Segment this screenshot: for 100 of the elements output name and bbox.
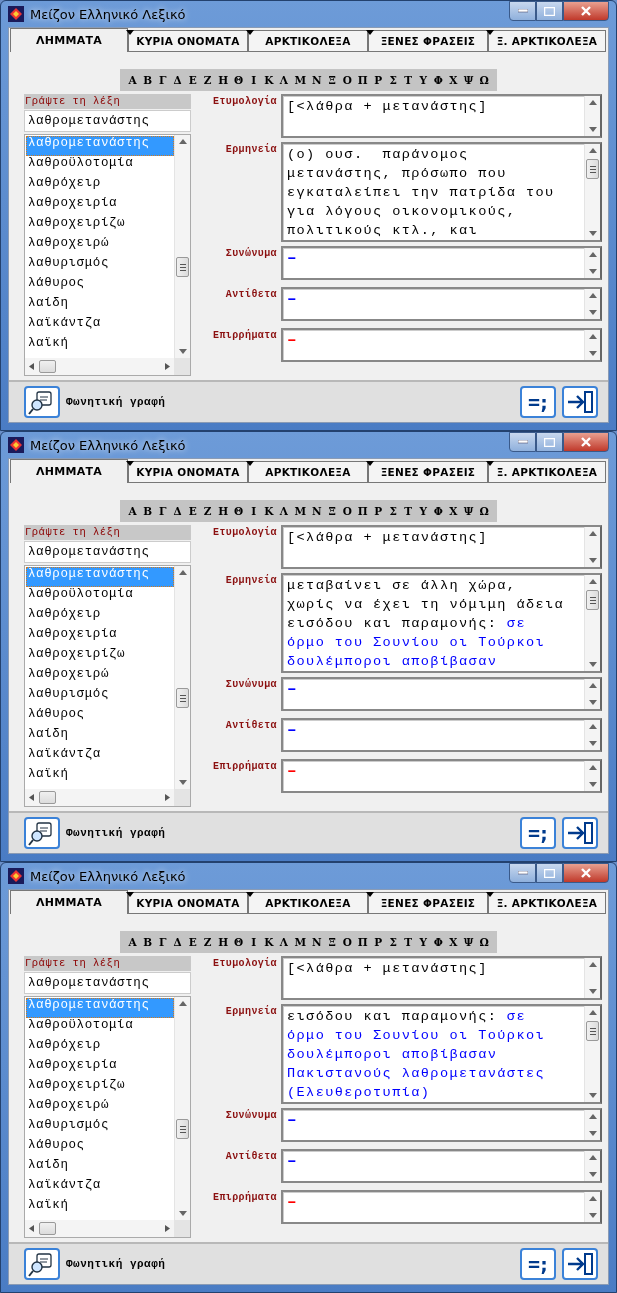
search-field[interactable]: λαθρομετανάστης xyxy=(24,972,191,994)
list-item[interactable]: λαθρόχειρ xyxy=(26,176,174,196)
scroll-up-icon[interactable] xyxy=(587,723,598,730)
scroll-down-icon[interactable] xyxy=(587,268,598,275)
close-button[interactable] xyxy=(563,1,609,21)
scroll-up-icon[interactable] xyxy=(177,138,188,145)
scroll-up-icon[interactable] xyxy=(587,764,598,771)
letter-button[interactable]: Ε xyxy=(185,74,201,86)
scroll-up-icon[interactable] xyxy=(587,251,598,258)
list-item[interactable]: λαθροχειρία xyxy=(26,196,174,216)
scroll-thumb[interactable] xyxy=(176,1119,189,1139)
letter-button[interactable]: Υ xyxy=(415,505,431,517)
list-item[interactable]: λαθροϋλοτομία xyxy=(26,587,174,607)
letter-button[interactable]: Α xyxy=(125,74,141,86)
scroll-up-icon[interactable] xyxy=(587,1195,598,1202)
letter-button[interactable]: Θ xyxy=(231,74,247,86)
letter-button[interactable]: Κ xyxy=(261,74,277,86)
letter-button[interactable]: Ε xyxy=(185,505,201,517)
text-area[interactable]: – xyxy=(281,677,602,711)
letter-button[interactable]: Θ xyxy=(231,936,247,948)
list-item[interactable]: λάθυρος xyxy=(26,276,174,296)
letter-button[interactable]: Κ xyxy=(261,936,277,948)
text-area[interactable]: [<λάθρα + μετανάστης] xyxy=(281,525,602,569)
list-item[interactable]: λαϊκή xyxy=(26,336,174,356)
scroll-down-icon[interactable] xyxy=(587,350,598,357)
letter-button[interactable]: Π xyxy=(354,936,371,948)
list-item[interactable]: λαθροϋλοτομία xyxy=(26,1018,174,1038)
scroll-left-icon[interactable] xyxy=(28,362,35,371)
text-area[interactable]: – xyxy=(281,1149,602,1183)
letter-button[interactable]: Θ xyxy=(231,505,247,517)
letter-button[interactable]: Ψ xyxy=(460,505,477,517)
scroll-down-icon[interactable] xyxy=(587,126,598,133)
tab[interactable]: ΞΕΝΕΣ ΦΡΑΣΕΙΣ xyxy=(368,892,488,914)
scroll-down-icon[interactable] xyxy=(587,309,598,316)
close-button[interactable] xyxy=(563,863,609,883)
text-area[interactable]: – xyxy=(281,1190,602,1224)
letter-button[interactable]: Δ xyxy=(170,505,186,517)
letter-button[interactable]: Ν xyxy=(309,505,325,517)
text-area[interactable]: (ο) ουσ. παράνομος μετανάστης, πρόσωπο που εγκαταλείπει την πατρίδα του για λόγους οικονομικούς, πολιτικούς κτλ., και xyxy=(281,142,602,242)
letter-button[interactable]: Ζ xyxy=(200,505,216,517)
maximize-button[interactable] xyxy=(536,1,563,21)
letter-button[interactable]: Φ xyxy=(430,505,446,517)
format-button[interactable]: =; xyxy=(520,1248,556,1280)
maximize-button[interactable] xyxy=(536,863,563,883)
scroll-down-icon[interactable] xyxy=(587,781,598,788)
letter-button[interactable]: Η xyxy=(215,505,232,517)
letter-button[interactable]: Τ xyxy=(400,505,416,517)
letter-button[interactable]: Ε xyxy=(185,936,201,948)
tab[interactable]: ΛΗΜΜΑΤΑ xyxy=(10,28,128,52)
list-item[interactable]: λάθυρος xyxy=(26,707,174,727)
format-button[interactable]: =; xyxy=(520,386,556,418)
tab[interactable]: Ξ. ΑΡΚΤΙΚΟΛΕΞΑ xyxy=(488,892,606,914)
letter-button[interactable]: Μ xyxy=(291,74,309,86)
scroll-right-icon[interactable] xyxy=(164,362,171,371)
letter-button[interactable]: Σ xyxy=(385,74,401,86)
letter-button[interactable]: Ζ xyxy=(200,74,216,86)
scroll-up-icon[interactable] xyxy=(587,530,598,537)
list-item[interactable]: λαϊκάντζα xyxy=(26,316,174,336)
scroll-up-icon[interactable] xyxy=(587,292,598,299)
letter-button[interactable]: Τ xyxy=(400,74,416,86)
scroll-up-icon[interactable] xyxy=(587,1154,598,1161)
letter-button[interactable]: Λ xyxy=(276,74,292,86)
letter-button[interactable]: Β xyxy=(140,505,156,517)
scroll-up-icon[interactable] xyxy=(587,578,598,585)
text-area[interactable]: εισόδου και παραμονής: σε όρμο του Σουνίου οι Τούρκοι δουλέμποροι αποβίβασαν Πακιστανούς λαθρομετανάστες (Ελευθεροτυπία) xyxy=(281,1004,602,1104)
scroll-up-icon[interactable] xyxy=(587,147,598,154)
scroll-right-icon[interactable] xyxy=(164,1224,171,1233)
letter-button[interactable]: Ο xyxy=(339,936,355,948)
scroll-down-icon[interactable] xyxy=(587,661,598,668)
scroll-left-icon[interactable] xyxy=(28,793,35,802)
scroll-up-icon[interactable] xyxy=(177,569,188,576)
scroll-down-icon[interactable] xyxy=(587,1130,598,1137)
text-area[interactable]: μεταβαίνει σε άλλη χώρα, χωρίς να έχει τη νόμιμη άδεια εισόδου και παραμονής: σε όρμο του Σουνίου οι Τούρκοι δουλέμποροι αποβίβασαν xyxy=(281,573,602,673)
letter-button[interactable]: Ι xyxy=(246,505,262,517)
letter-button[interactable]: Γ xyxy=(155,74,171,86)
letter-button[interactable]: Λ xyxy=(276,936,292,948)
letter-button[interactable]: Α xyxy=(125,936,141,948)
scroll-down-icon[interactable] xyxy=(587,988,598,995)
list-item[interactable]: λαίδη xyxy=(26,296,174,316)
letter-button[interactable]: Μ xyxy=(291,505,309,517)
list-item[interactable]: λαθυρισμός xyxy=(26,687,174,707)
scroll-thumb[interactable] xyxy=(586,159,599,179)
text-area[interactable]: – xyxy=(281,1108,602,1142)
scroll-thumb[interactable] xyxy=(176,257,189,277)
list-item[interactable]: λαϊκή xyxy=(26,767,174,787)
scroll-down-icon[interactable] xyxy=(587,230,598,237)
letter-button[interactable]: Κ xyxy=(261,505,277,517)
list-item[interactable]: λαθροχειρία xyxy=(26,627,174,647)
letter-button[interactable]: Φ xyxy=(430,74,446,86)
list-item[interactable]: λαθροχειρίζω xyxy=(26,216,174,236)
scroll-up-icon[interactable] xyxy=(587,333,598,340)
scroll-down-icon[interactable] xyxy=(177,1210,188,1217)
search-field[interactable]: λαθρομετανάστης xyxy=(24,110,191,132)
scroll-down-icon[interactable] xyxy=(177,348,188,355)
letter-button[interactable]: Ω xyxy=(476,505,492,517)
letter-button[interactable]: Ζ xyxy=(200,936,216,948)
letter-button[interactable]: Σ xyxy=(385,505,401,517)
scroll-up-icon[interactable] xyxy=(177,1000,188,1007)
scroll-thumb[interactable] xyxy=(39,791,56,804)
list-item[interactable]: λαϊκάντζα xyxy=(26,747,174,767)
